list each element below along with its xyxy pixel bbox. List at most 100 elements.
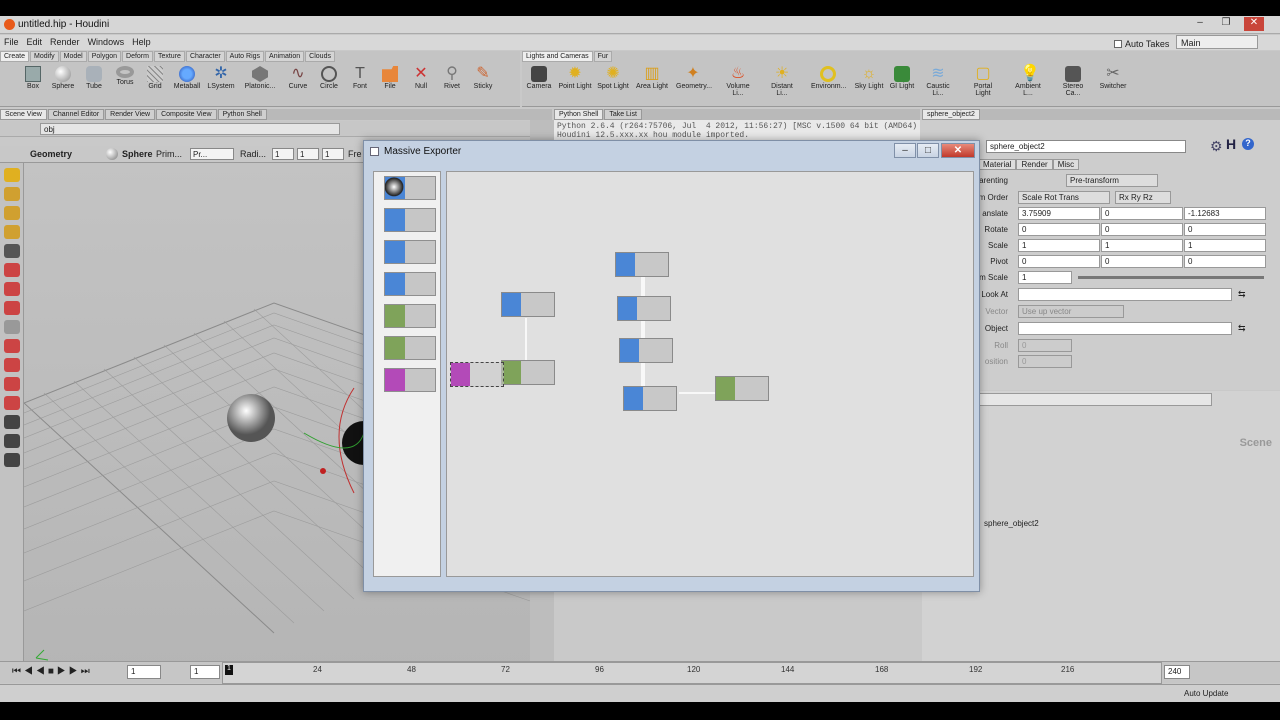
close-button[interactable]: ✕	[1244, 17, 1264, 31]
dialog-maximize-button[interactable]: □	[917, 143, 939, 158]
palette-item-figure[interactable]	[384, 336, 436, 360]
tab-material[interactable]: Material	[978, 159, 1017, 170]
dialog-minimize-button[interactable]: –	[894, 143, 916, 158]
tab-misc[interactable]: Misc	[1052, 159, 1080, 170]
node-graph-canvas[interactable]	[446, 171, 974, 577]
tab-render[interactable]: Render	[1016, 159, 1053, 170]
auto-update-select[interactable]: Auto Update	[1184, 689, 1228, 698]
menu-edit[interactable]: Edit	[23, 35, 47, 47]
playback-controls-icon[interactable]: ⏮◀◀■▶▶⏭	[12, 666, 93, 677]
menu-file[interactable]: File	[0, 35, 23, 47]
palette-item-cube[interactable]	[384, 272, 436, 296]
palette-item-cylinder[interactable]	[384, 240, 436, 264]
palette-item-moon[interactable]	[384, 368, 436, 392]
tool-ambient-light[interactable]: 💡 Ambient L...	[1011, 64, 1045, 98]
tab-take-list[interactable]: Take List	[604, 109, 642, 120]
scale-z-field[interactable]: 1	[1184, 239, 1266, 252]
dialog-close-button[interactable]: ✕	[941, 143, 975, 158]
help-h-icon[interactable]: H	[1226, 136, 1236, 152]
tool-grid[interactable]: Grid	[138, 64, 172, 90]
shelf-tab-auto-rigs[interactable]: Auto Rigs	[225, 51, 265, 62]
up-vector-select[interactable]: Use up vector	[1018, 305, 1124, 318]
tab-composite-view[interactable]: Composite View	[156, 109, 217, 120]
tool-switcher[interactable]: ✂ Switcher	[1096, 64, 1130, 91]
transform-order-select[interactable]: Scale Rot Trans	[1018, 191, 1110, 204]
light-tool-icon[interactable]	[3, 377, 20, 391]
visibility-tool-icon[interactable]	[3, 434, 20, 448]
tool-font[interactable]: T Font	[343, 64, 377, 91]
graph-node-moon-dragging[interactable]	[450, 362, 504, 387]
path-object-field[interactable]	[1018, 322, 1232, 335]
palette-item-line[interactable]	[384, 208, 436, 232]
palette-item-capsule[interactable]	[384, 304, 436, 328]
tab-python-shell-left[interactable]: Python Shell	[217, 109, 267, 120]
graph-node-line[interactable]	[619, 338, 673, 363]
maximize-button[interactable]: ❐	[1216, 17, 1236, 31]
graph-node-sphere[interactable]	[615, 252, 669, 277]
tool-sky-light[interactable]: ☼ Sky Light	[852, 64, 886, 91]
tool-spot-light[interactable]: ✺ Spot Light	[596, 64, 630, 91]
tool-circle[interactable]: Circle	[312, 64, 346, 90]
tab-scene-view[interactable]: Scene View	[0, 109, 47, 120]
roll-field[interactable]: 0	[1018, 339, 1072, 352]
look-at-field[interactable]	[1018, 288, 1232, 301]
translate-z-field[interactable]: -1.12683	[1184, 207, 1266, 220]
view-tool-icon[interactable]	[3, 339, 20, 353]
tool-file[interactable]: File	[373, 64, 407, 90]
handle-tool-icon[interactable]	[3, 263, 20, 277]
scale-tool-icon[interactable]	[3, 225, 20, 239]
camera-tool-icon[interactable]	[3, 396, 20, 410]
tool-lsystem[interactable]: ✲ LSystem	[204, 64, 238, 91]
radius-x-field[interactable]: 1	[272, 148, 294, 160]
shelf-tab-lights-cameras[interactable]: Lights and Cameras	[522, 51, 593, 62]
tool-stereo-camera[interactable]: Stereo Ca...	[1056, 64, 1090, 97]
tab-python-shell[interactable]: Python Shell	[554, 109, 604, 120]
tool-camera[interactable]: Camera	[522, 64, 556, 90]
operator-chooser-icon[interactable]: ⇆	[1238, 289, 1246, 300]
shelf-tab-fur[interactable]: Fur	[593, 51, 613, 62]
graph-node-cylinder[interactable]	[617, 296, 671, 321]
pivot-z-field[interactable]: 0	[1184, 255, 1266, 268]
menu-render[interactable]: Render	[46, 35, 84, 47]
operator-chooser-icon[interactable]: ⇆	[1238, 323, 1246, 334]
translate-y-field[interactable]: 0	[1101, 207, 1183, 220]
tool-metaball[interactable]: Metaball	[170, 64, 204, 90]
palette-item-sphere[interactable]	[384, 176, 436, 200]
graph-node-cube[interactable]	[623, 386, 677, 411]
pointer-tool-icon[interactable]	[3, 244, 20, 258]
minimize-button[interactable]: –	[1190, 17, 1210, 31]
tool-sticky[interactable]: ✎ Sticky	[466, 64, 500, 91]
shelf-tab-character[interactable]: Character	[185, 51, 225, 62]
primitive-type-select[interactable]: Pr...	[190, 148, 234, 160]
shading-tool-icon[interactable]	[3, 453, 20, 467]
tool-null[interactable]: ✕ Null	[404, 64, 438, 91]
tool-box[interactable]: Box	[16, 64, 50, 90]
tab-sphere-object2[interactable]: sphere_object2	[922, 109, 980, 120]
render-region-icon[interactable]	[3, 358, 20, 372]
network-node-label[interactable]: sphere_object2	[984, 519, 1039, 528]
desktop-select[interactable]: Main	[1176, 35, 1258, 49]
scale-y-field[interactable]: 1	[1101, 239, 1183, 252]
tool-geometry-light[interactable]: ✦ Geometry...	[676, 64, 712, 91]
shelf-tab-texture[interactable]: Texture	[153, 51, 185, 62]
path-field[interactable]: obj	[40, 123, 340, 135]
pose-tool-icon[interactable]	[3, 282, 20, 296]
scale-x-field[interactable]: 1	[1018, 239, 1100, 252]
gear-icon[interactable]: ⚙	[1210, 138, 1223, 155]
pre-transform-select[interactable]: Pre-transform	[1066, 174, 1158, 187]
shelf-tab-create[interactable]: Create	[0, 51, 30, 62]
tool-environment-light[interactable]: Environm...	[811, 64, 846, 90]
rotate-order-select[interactable]: Rx Ry Rz	[1115, 191, 1171, 204]
tool-gi-light[interactable]: GI Light	[885, 64, 919, 90]
playhead[interactable]: 1	[225, 665, 233, 675]
snap-tool-icon[interactable]	[3, 320, 20, 334]
tool-volume-light[interactable]: ♨ Volume Li...	[721, 64, 755, 98]
tool-platonic[interactable]: Platonic...	[243, 64, 277, 90]
radius-z-field[interactable]: 1	[322, 148, 344, 160]
menu-help[interactable]: Help	[128, 35, 155, 47]
rotate-z-field[interactable]: 0	[1184, 223, 1266, 236]
move-tool-icon[interactable]	[3, 187, 20, 201]
tool-rivet[interactable]: ⚲ Rivet	[435, 64, 469, 91]
translate-x-field[interactable]: 3.75909	[1018, 207, 1100, 220]
tool-curve[interactable]: ∿ Curve	[281, 64, 315, 91]
